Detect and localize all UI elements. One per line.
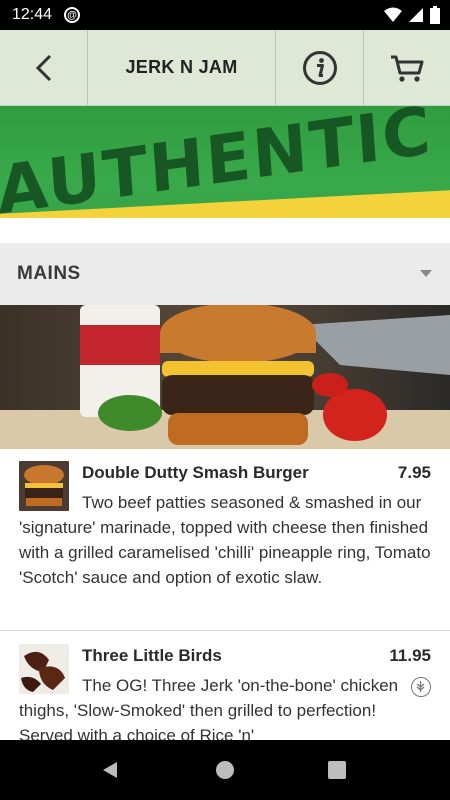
nav-back-button[interactable] <box>95 740 125 800</box>
status-bar: 12:44 @ <box>0 0 450 30</box>
cart-button[interactable] <box>364 30 450 105</box>
restaurant-title: JERK N JAM <box>88 30 276 105</box>
nav-home-button[interactable] <box>210 740 240 800</box>
category-label: MAINS <box>17 263 81 284</box>
item-description: The OG! Three Jerk 'on-the-bone' chicken… <box>19 676 399 740</box>
item-name: Double Dutty Smash Burger <box>82 463 309 482</box>
menu-item[interactable]: Three Little Birds 11.95 The OG! Three J… <box>0 632 450 740</box>
item-description: Two beef patties seasoned & smashed in o… <box>19 493 431 587</box>
signal-icon <box>409 8 423 22</box>
back-button[interactable] <box>0 30 88 105</box>
back-arrow-icon <box>35 54 51 81</box>
menu-item[interactable]: Double Dutty Smash Burger 7.95 Two beef … <box>0 449 450 631</box>
item-price: 11.95 <box>389 646 431 665</box>
notification-icon: @ <box>64 7 81 23</box>
hero-banner: AUTHENTIC JERK <box>0 106 450 243</box>
wifi-icon <box>384 7 402 22</box>
category-header-mains[interactable]: MAINS <box>0 243 450 305</box>
chevron-down-icon <box>420 270 432 277</box>
status-time: 12:44 <box>12 6 53 23</box>
nav-recents-button[interactable] <box>322 740 352 800</box>
vegetarian-icon <box>411 677 431 697</box>
item-price: 7.95 <box>397 463 431 482</box>
nav-recents-icon <box>328 761 346 779</box>
status-icons <box>384 0 440 30</box>
info-button[interactable] <box>276 30 364 105</box>
system-nav-bar <box>0 740 450 800</box>
item-name: Three Little Birds <box>82 646 222 665</box>
info-icon <box>302 50 337 85</box>
nav-back-icon <box>103 762 117 778</box>
app-toolbar: JERK N JAM <box>0 30 450 106</box>
banner-white-edge <box>0 218 450 243</box>
battery-icon <box>430 6 440 24</box>
nav-home-icon <box>216 761 234 779</box>
category-image <box>0 305 450 449</box>
cart-icon <box>391 55 424 82</box>
